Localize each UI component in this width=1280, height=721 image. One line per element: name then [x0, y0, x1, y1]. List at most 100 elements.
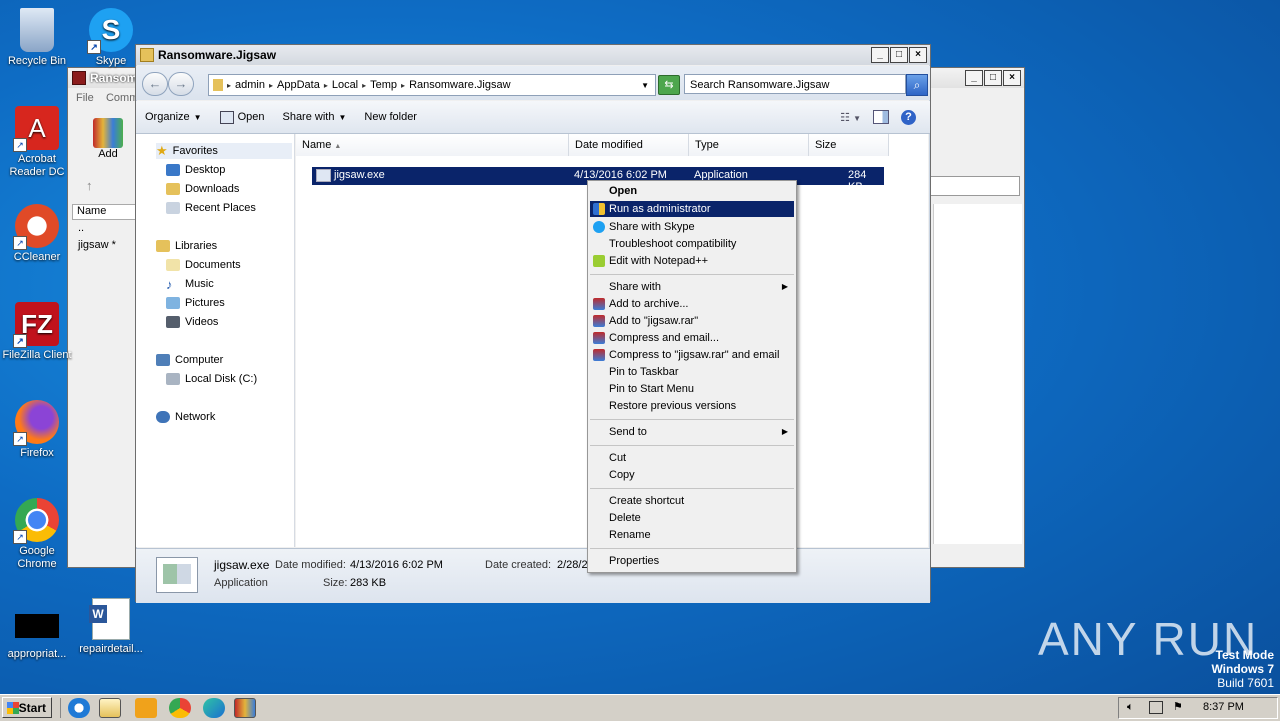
chevron-down-icon[interactable]: ▼ [641, 81, 649, 90]
minimize-button[interactable]: _ [871, 47, 889, 63]
maximize-button[interactable]: □ [890, 47, 908, 63]
rar-column-name[interactable]: Name [72, 204, 140, 220]
menu-pin-to-start[interactable]: Pin to Start Menu [590, 381, 794, 397]
desktop-chrome[interactable]: ↗ Google Chrome [0, 498, 74, 571]
chrome-taskbar-icon[interactable] [169, 698, 191, 718]
details-size-label: Size: [323, 577, 348, 589]
nav-pictures[interactable]: Pictures [166, 295, 225, 311]
media-player-icon[interactable] [135, 698, 157, 718]
breadcrumb-admin[interactable]: admin [231, 79, 269, 91]
desktop-repairdetail[interactable]: W repairdetail... [74, 598, 148, 656]
skype-icon [593, 221, 605, 233]
explorer-titlebar[interactable]: Ransomware.Jigsaw _ □ × [136, 45, 930, 65]
add-button[interactable]: Add [90, 118, 126, 160]
start-button[interactable]: Start [2, 697, 52, 718]
menu-add-to-archive[interactable]: Add to archive... [590, 296, 794, 312]
column-size[interactable]: Size [809, 134, 889, 156]
explorer-window[interactable]: Ransomware.Jigsaw _ □ × ← → ▸ admin ▸ App… [135, 44, 931, 603]
breadcrumb-current[interactable]: Ransomware.Jigsaw [405, 79, 514, 91]
search-input[interactable]: Search Ransomware.Jigsaw [684, 74, 906, 94]
desktop-acrobat[interactable]: A ↗ Acrobat Reader DC [0, 106, 74, 179]
nav-desktop[interactable]: Desktop [166, 162, 225, 178]
share-with-button[interactable]: Share with ▼ [273, 111, 355, 123]
pictures-icon [166, 297, 180, 309]
menu-rename[interactable]: Rename [590, 527, 794, 543]
test-mode-text: Test Mode Windows 7 Build 7601 [1211, 648, 1274, 690]
desktop-appropriat[interactable]: appropriat... [0, 614, 74, 661]
menu-commands[interactable]: Comm [106, 92, 138, 104]
forward-button[interactable]: → [168, 72, 194, 96]
clock[interactable]: 8:37 PM [1203, 701, 1244, 713]
menu-copy[interactable]: Copy [590, 467, 794, 483]
address-bar[interactable]: ▸ admin ▸ AppData ▸ Local ▸ Temp ▸ Ransomwar… [208, 74, 656, 96]
folder-icon [213, 79, 223, 91]
menu-edit-notepadpp[interactable]: Edit with Notepad++ [590, 253, 794, 269]
column-type[interactable]: Type [689, 134, 809, 156]
file-size: 284 KB [848, 169, 867, 193]
desktop-firefox[interactable]: ↗ Firefox [0, 400, 74, 460]
menu-restore-previous[interactable]: Restore previous versions [590, 398, 794, 414]
refresh-button[interactable]: ⇆ [658, 75, 680, 95]
winrar-taskbar-icon[interactable] [234, 698, 256, 718]
menu-compress-and-email[interactable]: Compress and email... [590, 330, 794, 346]
ie-icon[interactable] [68, 698, 90, 718]
nav-downloads[interactable]: Downloads [166, 181, 239, 197]
breadcrumb-appdata[interactable]: AppData [273, 79, 324, 91]
volume-icon[interactable]: 🔈︎ [1127, 701, 1134, 714]
nav-documents[interactable]: Documents [166, 257, 241, 273]
help-icon[interactable]: ? [901, 109, 916, 125]
open-button[interactable]: Open [211, 110, 274, 124]
edge-icon[interactable] [203, 698, 225, 718]
network-tray-icon[interactable] [1149, 701, 1163, 714]
minimize-button[interactable]: _ [965, 70, 983, 86]
up-arrow-icon[interactable]: ↑ [86, 178, 93, 193]
menu-cut[interactable]: Cut [590, 450, 794, 466]
desktop-skype[interactable]: S ↗ Skype [74, 8, 148, 68]
desktop-recycle-bin[interactable]: Recycle Bin [0, 8, 74, 68]
menu-delete[interactable]: Delete [590, 510, 794, 526]
flag-icon[interactable]: ⚑ [1173, 700, 1183, 713]
menu-troubleshoot-compatibility[interactable]: Troubleshoot compatibility [590, 236, 794, 252]
view-options-icon[interactable]: ☷ ▼ [840, 111, 861, 124]
desktop-ccleaner[interactable]: ↗ CCleaner [0, 204, 74, 264]
breadcrumb-local[interactable]: Local [328, 79, 362, 91]
close-button[interactable]: × [909, 47, 927, 63]
nav-favorites[interactable]: ★ Favorites [156, 143, 292, 159]
computer-icon [156, 354, 170, 366]
column-name[interactable]: Name ▲ [296, 134, 569, 156]
column-date-modified[interactable]: Date modified [569, 134, 689, 156]
star-icon: ★ [156, 143, 168, 158]
close-button[interactable]: × [1003, 70, 1021, 86]
rar-row-parent[interactable]: .. [78, 222, 84, 234]
rar-row-jigsaw[interactable]: jigsaw * [78, 239, 116, 251]
menu-compress-rar-email[interactable]: Compress to "jigsaw.rar" and email [590, 347, 794, 363]
breadcrumb-temp[interactable]: Temp [366, 79, 401, 91]
menu-pin-to-taskbar[interactable]: Pin to Taskbar [590, 364, 794, 380]
menu-send-to[interactable]: Send to ▶ [590, 424, 794, 440]
rar-path-dropdown[interactable] [930, 176, 1020, 196]
nav-computer[interactable]: Computer [156, 352, 223, 368]
organize-button[interactable]: Organize ▼ [136, 111, 211, 123]
nav-network[interactable]: Network [156, 409, 215, 425]
menu-open[interactable]: Open [590, 183, 794, 199]
nav-libraries[interactable]: Libraries [156, 238, 217, 254]
back-button[interactable]: ← [142, 72, 168, 96]
menu-share-with-skype[interactable]: Share with Skype [590, 219, 794, 235]
desktop-filezilla[interactable]: FZ ↗ FileZilla Client [0, 302, 74, 362]
explorer-taskbar-icon[interactable] [99, 698, 121, 718]
new-folder-button[interactable]: New folder [355, 111, 426, 123]
nav-videos[interactable]: Videos [166, 314, 218, 330]
maximize-button[interactable]: □ [984, 70, 1002, 86]
preview-pane-icon[interactable] [873, 110, 889, 124]
nav-local-disk[interactable]: Local Disk (C:) [166, 371, 257, 387]
menu-run-as-administrator[interactable]: Run as administrator [590, 201, 794, 217]
menu-properties[interactable]: Properties [590, 553, 794, 569]
nav-music[interactable]: ♪ Music [166, 276, 214, 292]
search-icon[interactable]: ⌕ [906, 74, 928, 96]
menu-add-to-rar[interactable]: Add to "jigsaw.rar" [590, 313, 794, 329]
exe-icon [316, 169, 331, 182]
menu-create-shortcut[interactable]: Create shortcut [590, 493, 794, 509]
nav-recent-places[interactable]: Recent Places [166, 200, 256, 216]
menu-file[interactable]: File [76, 92, 94, 104]
menu-share-with[interactable]: Share with ▶ [590, 279, 794, 295]
